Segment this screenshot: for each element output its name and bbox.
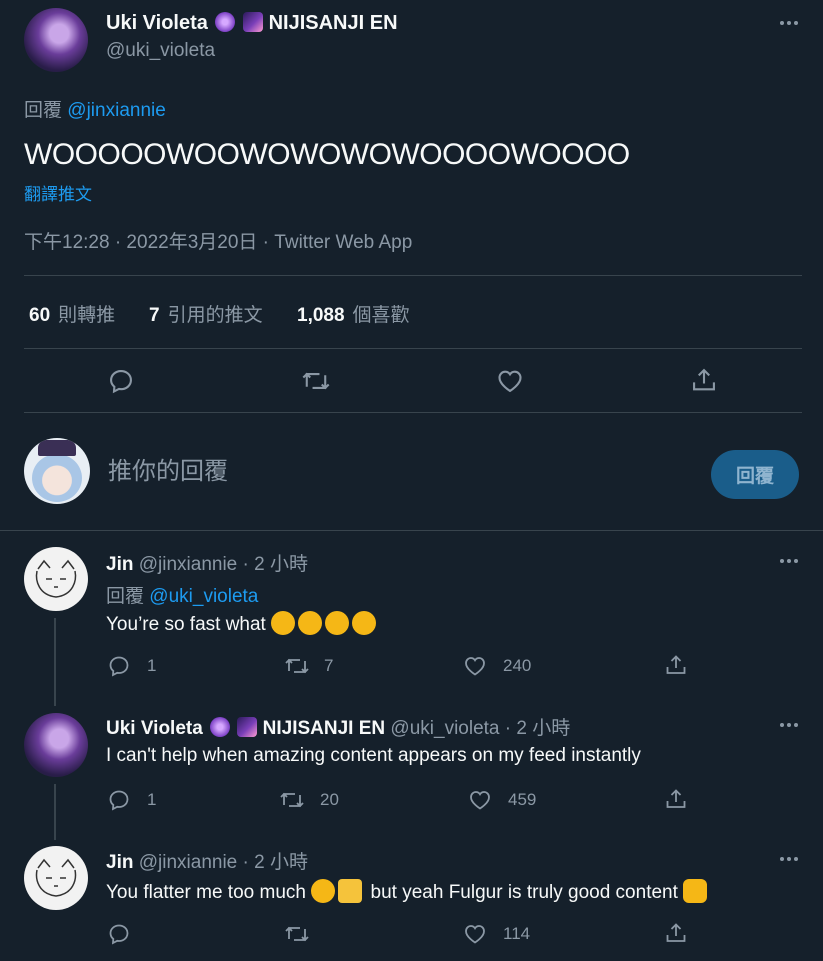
reply-text: I can't help when amazing content appear… bbox=[106, 745, 641, 766]
crying-face-emoji bbox=[271, 611, 296, 635]
more-options-icon[interactable] bbox=[780, 21, 798, 25]
share-icon[interactable] bbox=[664, 653, 688, 677]
reply-avatar[interactable] bbox=[24, 713, 88, 777]
handshake-emoji bbox=[683, 879, 708, 903]
reply-header: Jin @jinxiannie · 2 小時 bbox=[106, 847, 308, 874]
milky-way-emoji bbox=[243, 12, 264, 32]
quotes-stat[interactable]: 7 引用的推文 bbox=[149, 300, 263, 327]
reply-author-handle[interactable]: @jinxiannie bbox=[139, 554, 238, 575]
reply-to-link[interactable]: @uki_violeta bbox=[149, 586, 258, 607]
share-icon[interactable] bbox=[690, 366, 718, 394]
tweet-timestamp[interactable]: 下午12:28 · 2022年3月20日 · Twitter Web App bbox=[24, 227, 412, 254]
tweet-text: WOOOOOWOOWOWOWOWOOOOWOOOO bbox=[24, 138, 630, 171]
likes-stat[interactable]: 1,088 個喜歡 bbox=[297, 300, 410, 327]
retweets-label: 則轉推 bbox=[58, 305, 116, 326]
like-count: 240 bbox=[503, 656, 532, 675]
author-name[interactable]: Uki Violeta NIJISANJI EN bbox=[106, 12, 398, 35]
crying-face-emoji bbox=[298, 611, 323, 635]
like-count: 114 bbox=[503, 924, 531, 943]
reply-input[interactable] bbox=[108, 452, 668, 492]
like-icon[interactable] bbox=[496, 367, 524, 395]
author-suffix: NIJISANJI EN bbox=[268, 12, 398, 34]
reply-time[interactable]: · 2 小時 bbox=[243, 852, 308, 873]
folded-hands-emoji bbox=[338, 879, 363, 903]
reply-time[interactable]: · 2 小時 bbox=[243, 554, 308, 575]
reply-time[interactable]: · 2 小時 bbox=[505, 718, 570, 739]
reply-count: 1 bbox=[147, 656, 157, 675]
reply-author-handle[interactable]: @uki_violeta bbox=[390, 718, 499, 739]
author-name-text[interactable]: Uki Violeta bbox=[106, 12, 208, 34]
crying-face-emoji bbox=[325, 611, 350, 635]
reply-context: 回覆 @jinxiannie bbox=[24, 95, 166, 122]
likes-count: 1,088 bbox=[297, 305, 345, 326]
quotes-label: 引用的推文 bbox=[167, 305, 263, 326]
retweets-stat[interactable]: 60 則轉推 bbox=[29, 300, 115, 327]
reply-author-handle[interactable]: @jinxiannie bbox=[139, 852, 238, 873]
divider bbox=[0, 530, 823, 531]
author-handle[interactable]: @uki_violeta bbox=[106, 40, 215, 62]
avatar[interactable] bbox=[24, 8, 88, 72]
reply-author-name[interactable]: Uki Violeta bbox=[106, 718, 203, 739]
translate-link[interactable]: 翻譯推文 bbox=[24, 180, 92, 205]
reply-text-part: but yeah Fulgur is truly good content bbox=[370, 882, 678, 903]
more-options-icon[interactable] bbox=[780, 723, 798, 727]
like-icon[interactable] bbox=[468, 788, 492, 812]
like-icon[interactable] bbox=[463, 654, 487, 678]
crying-face-emoji bbox=[352, 611, 377, 635]
retweet-icon[interactable] bbox=[301, 367, 331, 395]
reply-avatar[interactable] bbox=[24, 547, 88, 611]
reply-text-part: You flatter me too much bbox=[106, 882, 306, 903]
crystal-ball-emoji bbox=[210, 717, 231, 737]
reply-icon[interactable] bbox=[107, 788, 131, 812]
reply-author-name[interactable]: Jin bbox=[106, 554, 133, 575]
milky-way-emoji bbox=[237, 717, 258, 737]
quotes-count: 7 bbox=[149, 305, 160, 326]
like-icon[interactable] bbox=[463, 922, 487, 946]
reply-avatar[interactable] bbox=[24, 846, 88, 910]
reply-prefix: 回覆 bbox=[106, 586, 145, 607]
share-icon[interactable] bbox=[664, 787, 688, 811]
retweet-count: 7 bbox=[324, 656, 334, 675]
crystal-ball-emoji bbox=[215, 12, 236, 32]
reply-text: You’re so fast what bbox=[106, 611, 379, 636]
likes-label: 個喜歡 bbox=[352, 305, 410, 326]
like-count: 459 bbox=[508, 790, 537, 809]
retweet-count: 20 bbox=[320, 790, 339, 809]
more-options-icon[interactable] bbox=[780, 857, 798, 861]
reply-text: You flatter me too much but yeah Fulgur … bbox=[106, 879, 710, 904]
divider bbox=[24, 348, 802, 349]
thread-line bbox=[54, 784, 56, 840]
divider bbox=[24, 412, 802, 413]
reply-submit-button[interactable]: 回覆 bbox=[711, 450, 799, 499]
reply-prefix: 回覆 bbox=[24, 100, 63, 121]
reply-icon[interactable] bbox=[107, 922, 131, 946]
reply-to-link[interactable]: @jinxiannie bbox=[67, 100, 166, 121]
thread-line bbox=[54, 618, 56, 706]
crying-face-emoji bbox=[311, 879, 336, 903]
reply-icon[interactable] bbox=[107, 367, 135, 395]
retweet-icon[interactable] bbox=[279, 788, 305, 812]
reply-count: 1 bbox=[147, 790, 157, 809]
reply-context: 回覆 @uki_violeta bbox=[106, 581, 258, 608]
divider bbox=[24, 275, 802, 276]
user-avatar[interactable] bbox=[24, 438, 90, 504]
more-options-icon[interactable] bbox=[780, 559, 798, 563]
reply-icon[interactable] bbox=[107, 654, 131, 678]
share-icon[interactable] bbox=[664, 921, 688, 945]
retweet-icon[interactable] bbox=[284, 922, 310, 946]
retweet-icon[interactable] bbox=[284, 654, 310, 678]
reply-header: Jin @jinxiannie · 2 小時 bbox=[106, 549, 308, 576]
reply-author-name[interactable]: Jin bbox=[106, 852, 133, 873]
retweets-count: 60 bbox=[29, 305, 51, 326]
reply-header: Uki Violeta NIJISANJI EN @uki_violeta · … bbox=[106, 713, 570, 740]
reply-text-content: You’re so fast what bbox=[106, 614, 266, 635]
reply-author-suffix: NIJISANJI EN bbox=[262, 718, 386, 739]
